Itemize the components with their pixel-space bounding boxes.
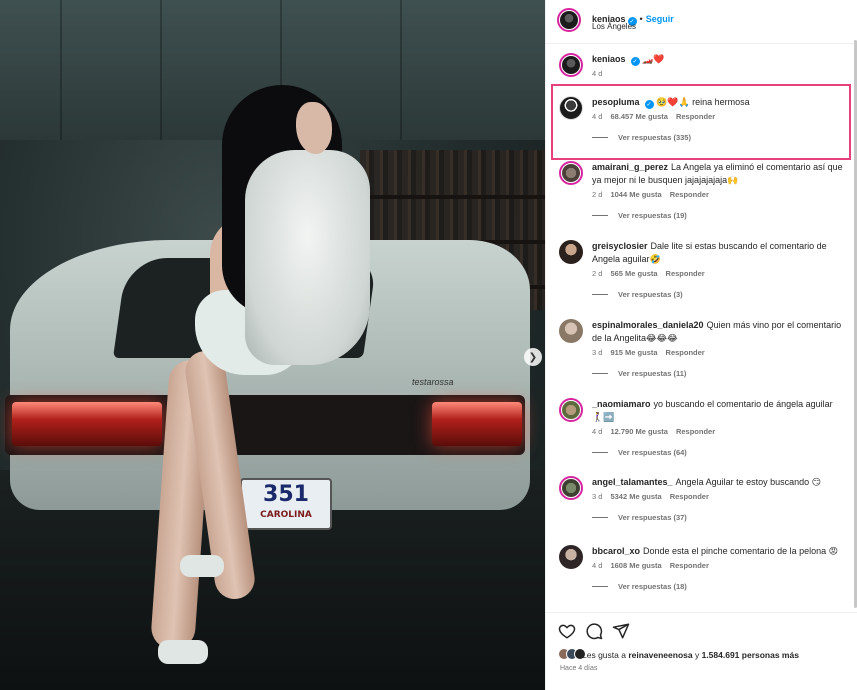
wall-seam bbox=[160, 0, 162, 140]
comment-likes[interactable]: 565 Me gusta bbox=[610, 269, 657, 278]
comment-text: 🥹❤️🙏 reina hermosa bbox=[656, 97, 750, 107]
plate-number: 351 bbox=[263, 482, 309, 507]
person-face bbox=[296, 102, 332, 154]
view-replies[interactable]: Ver respuestas (335) bbox=[592, 133, 850, 142]
likes-prefix: Les gusta a bbox=[582, 650, 626, 660]
comments-panel: keniaos ✓ • Seguir Los Ángeles keniaos ✓ 🏎️❤… bbox=[545, 0, 857, 690]
comment-text: Donde esta el pinche comentario de la pe… bbox=[643, 546, 839, 556]
post-photo[interactable]: testarossa 351 CAROLINA ❯ bbox=[0, 0, 545, 690]
taillight-right bbox=[432, 402, 522, 446]
next-arrow-icon[interactable]: ❯ bbox=[524, 348, 542, 366]
reply-button[interactable]: Responder bbox=[670, 492, 709, 501]
view-replies[interactable]: Ver respuestas (18) bbox=[592, 582, 850, 591]
wall-seam bbox=[400, 0, 402, 140]
post-actions: Les gusta a reinaveneenosa y 1.584.691 p… bbox=[546, 612, 857, 690]
likes-summary: Les gusta a reinaveneenosa y 1.584.691 p… bbox=[582, 650, 799, 660]
commenter-avatar[interactable] bbox=[559, 319, 583, 343]
wall-seam bbox=[60, 0, 62, 140]
reply-button[interactable]: Responder bbox=[666, 269, 705, 278]
plate-state: CAROLINA bbox=[260, 510, 312, 520]
view-replies[interactable]: Ver respuestas (19) bbox=[592, 211, 850, 220]
view-replies[interactable]: Ver respuestas (11) bbox=[592, 369, 850, 378]
author-avatar[interactable] bbox=[557, 8, 581, 32]
commenter-avatar[interactable] bbox=[559, 476, 583, 500]
post-time-ago: Hace 4 días bbox=[560, 665, 598, 672]
comment-likes[interactable]: 12.790 Me gusta bbox=[610, 427, 668, 436]
view-replies[interactable]: Ver respuestas (37) bbox=[592, 513, 850, 522]
comment-likes[interactable]: 68.457 Me gusta bbox=[610, 112, 668, 121]
verified-icon: ✓ bbox=[630, 57, 640, 66]
comment-username[interactable]: amairani_g_perez bbox=[592, 162, 668, 172]
verified-icon: ✓ bbox=[644, 100, 654, 109]
license-plate: 351 CAROLINA bbox=[240, 478, 332, 530]
view-replies[interactable]: Ver respuestas (3) bbox=[592, 290, 850, 299]
caption-time: 4 d bbox=[592, 69, 603, 78]
comment-time: 3 d bbox=[592, 492, 603, 501]
view-replies[interactable]: Ver respuestas (64) bbox=[592, 448, 850, 457]
caption-username[interactable]: keniaos bbox=[592, 54, 626, 64]
comment-username[interactable]: angel_talamantes_ bbox=[592, 477, 673, 487]
reply-button[interactable]: Responder bbox=[676, 112, 715, 121]
shelf-row bbox=[360, 195, 545, 199]
commenter-avatar[interactable] bbox=[559, 161, 583, 185]
comment-likes[interactable]: 1608 Me gusta bbox=[610, 561, 661, 570]
commenter-avatar[interactable] bbox=[559, 240, 583, 264]
likes-and: y bbox=[694, 650, 700, 660]
taillight-left bbox=[12, 402, 162, 446]
author-avatar[interactable] bbox=[559, 53, 583, 77]
comment-username[interactable]: _naomiamaro bbox=[592, 399, 651, 409]
reply-button[interactable]: Responder bbox=[670, 561, 709, 570]
comment-username[interactable]: bbcarol_xo bbox=[592, 546, 640, 556]
person-fur-jacket bbox=[245, 150, 370, 365]
post-location[interactable]: Los Ángeles bbox=[592, 22, 636, 31]
reply-button[interactable]: Responder bbox=[670, 190, 709, 199]
comment-likes[interactable]: 5342 Me gusta bbox=[610, 492, 661, 501]
comment-time: 2 d bbox=[592, 190, 603, 199]
comment-icon[interactable] bbox=[585, 622, 603, 640]
comment-text: Angela Aguilar te estoy buscando 😏 bbox=[675, 477, 822, 487]
comment-time: 3 d bbox=[592, 348, 603, 357]
likes-user[interactable]: reinaveneenosa bbox=[628, 650, 692, 660]
comment-likes[interactable]: 915 Me gusta bbox=[610, 348, 657, 357]
comment-time: 4 d bbox=[592, 561, 603, 570]
separator-dot: • bbox=[639, 14, 643, 24]
commenter-avatar[interactable] bbox=[559, 96, 583, 120]
caption-text: 🏎️❤️ bbox=[642, 54, 665, 64]
shoe-left bbox=[158, 640, 208, 664]
comment-time: 4 d bbox=[592, 427, 603, 436]
commenter-avatar[interactable] bbox=[559, 398, 583, 422]
commenter-avatar[interactable] bbox=[559, 545, 583, 569]
shoe-right bbox=[180, 555, 224, 577]
comment-username[interactable]: pesopluma bbox=[592, 97, 640, 107]
comment-username[interactable]: greisyclosier bbox=[592, 241, 648, 251]
reply-button[interactable]: Responder bbox=[666, 348, 705, 357]
follow-button[interactable]: Seguir bbox=[646, 14, 674, 24]
car-badge: testarossa bbox=[412, 377, 454, 387]
share-icon[interactable] bbox=[612, 622, 630, 640]
comment-likes[interactable]: 1044 Me gusta bbox=[610, 190, 661, 199]
likes-count[interactable]: 1.584.691 personas más bbox=[702, 650, 799, 660]
comment-time: 4 d bbox=[592, 112, 603, 121]
heart-icon[interactable] bbox=[558, 622, 576, 640]
liker-avatars[interactable] bbox=[558, 648, 586, 662]
reply-button[interactable]: Responder bbox=[676, 427, 715, 436]
post-header: keniaos ✓ • Seguir Los Ángeles bbox=[546, 0, 857, 44]
comment-username[interactable]: espinalmorales_daniela20 bbox=[592, 320, 704, 330]
comment-time: 2 d bbox=[592, 269, 603, 278]
